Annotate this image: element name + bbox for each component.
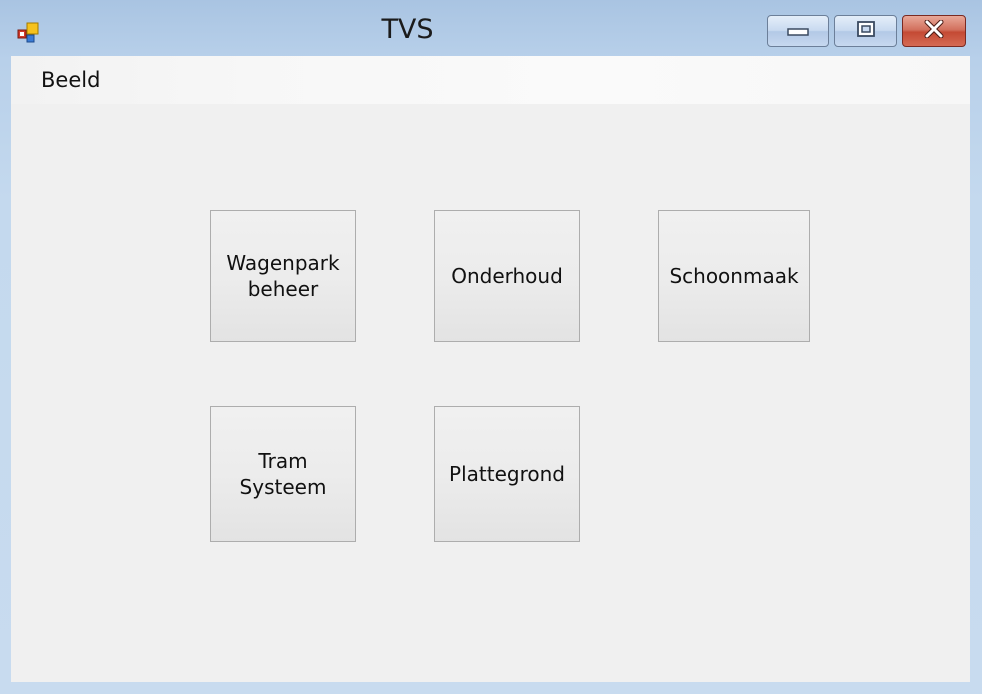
menu-bar: Beeld xyxy=(11,56,970,104)
restore-icon xyxy=(856,20,876,42)
minimize-button[interactable] xyxy=(767,15,829,47)
title-bar[interactable]: TVS xyxy=(0,0,982,56)
plattegrond-button[interactable]: Plattegrond xyxy=(434,406,580,542)
wagenpark-beheer-button[interactable]: Wagenpark beheer xyxy=(210,210,356,342)
schoonmaak-button[interactable]: Schoonmaak xyxy=(658,210,810,342)
close-button[interactable] xyxy=(902,15,966,47)
menu-item-beeld[interactable]: Beeld xyxy=(32,67,109,93)
minimize-icon xyxy=(786,22,810,41)
onderhoud-button[interactable]: Onderhoud xyxy=(434,210,580,342)
window-title: TVS xyxy=(381,14,434,45)
restore-button[interactable] xyxy=(834,15,897,47)
tram-systeem-button[interactable]: Tram Systeem xyxy=(210,406,356,542)
close-icon xyxy=(923,19,945,42)
client-area: Beeld Wagenpark beheer Onderhoud Schoonm… xyxy=(11,56,970,682)
app-window: TVS Beeld Wagenpark beheer Onderhoud Sch… xyxy=(0,0,982,694)
